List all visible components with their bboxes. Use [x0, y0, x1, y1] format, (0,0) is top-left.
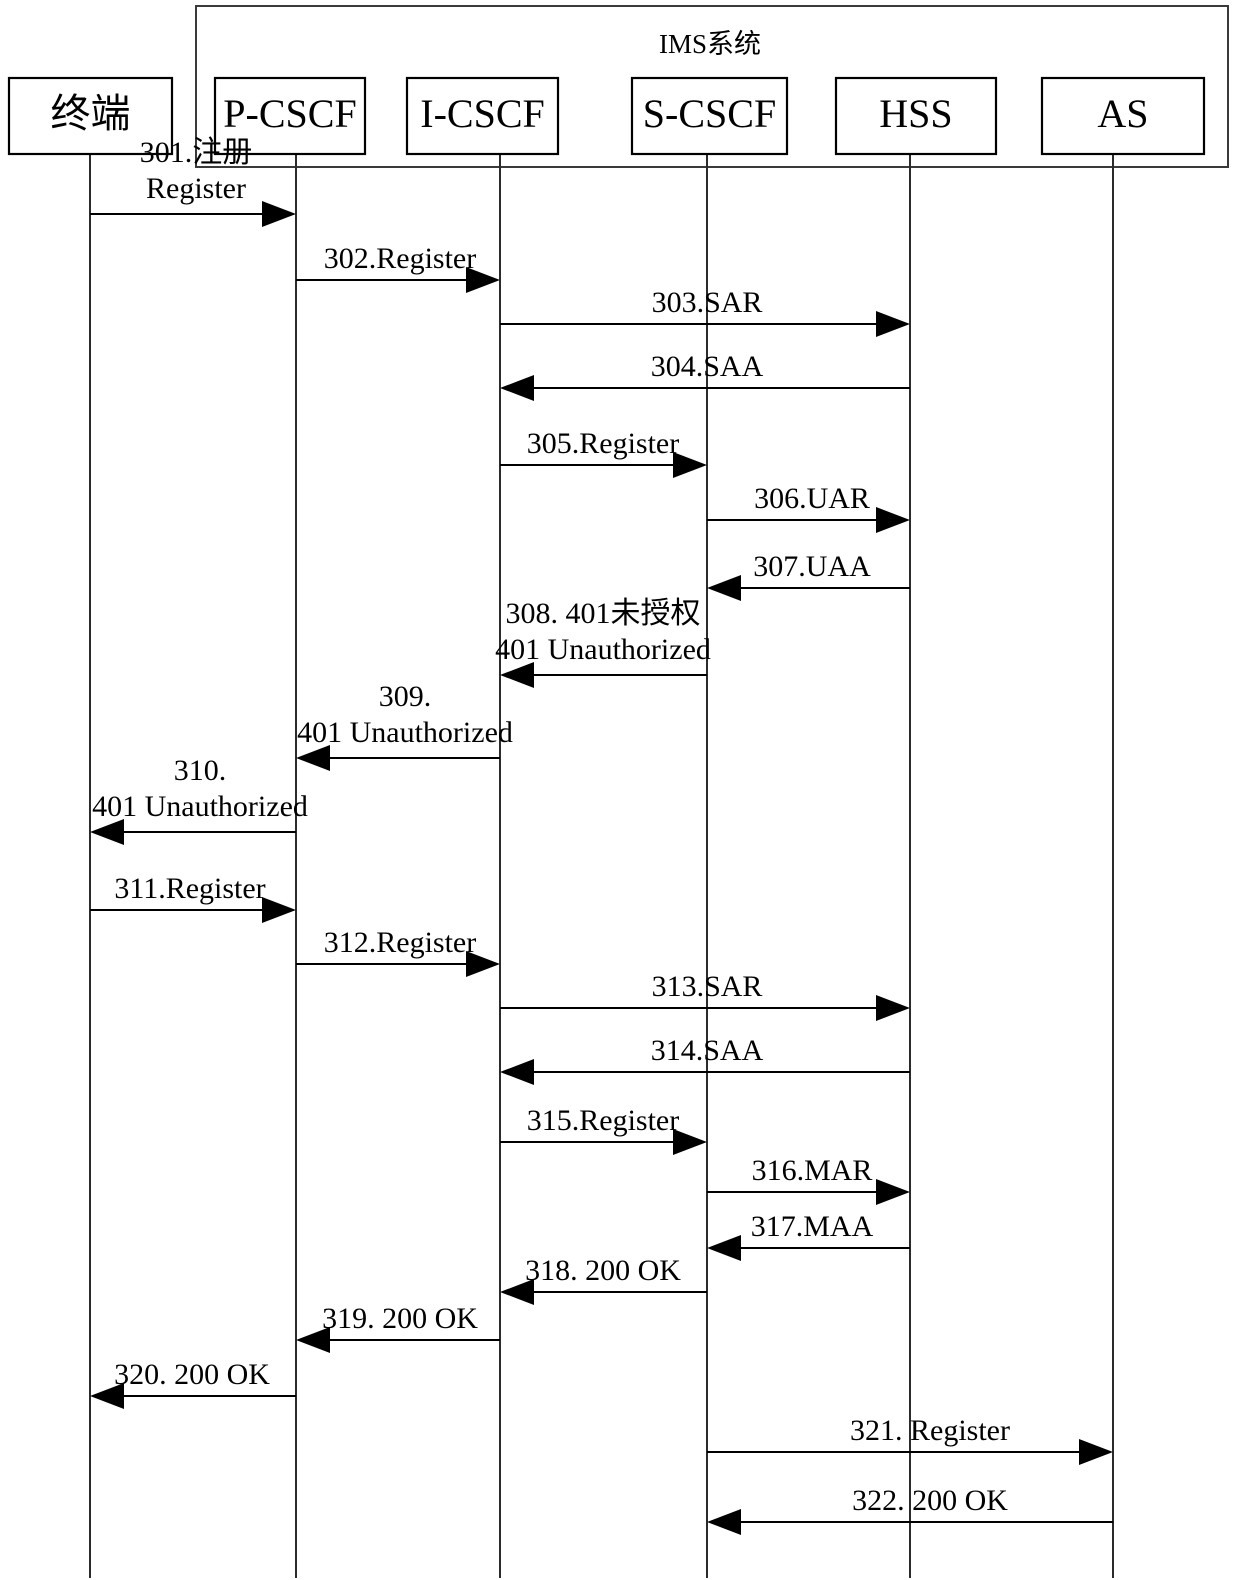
message-label-321-line1: 321. Register	[850, 1414, 1010, 1447]
message-arrowhead-322	[707, 1509, 741, 1535]
message-arrowhead-301	[262, 201, 296, 227]
message-arrowhead-303	[876, 311, 910, 337]
message-label-310-line1: 310.	[174, 754, 227, 787]
message-label-317-line1: 317.MAA	[751, 1210, 874, 1243]
message-309[interactable]: 309.401 Unauthorized	[296, 680, 513, 771]
message-label-315-line1: 315.Register	[527, 1104, 679, 1137]
message-label-309-line1: 309.	[379, 680, 432, 713]
actor-scscf[interactable]: S-CSCF	[630, 76, 789, 156]
message-307[interactable]: 307.UAA	[707, 550, 910, 601]
message-label-302-line1: 302.Register	[324, 242, 476, 275]
message-311[interactable]: 311.Register	[90, 872, 296, 923]
actor-as[interactable]: AS	[1040, 76, 1206, 156]
messages-group: 301.注册Register 302.Register 303.SAR 304.SAA…	[90, 136, 1113, 1535]
message-302[interactable]: 302.Register	[296, 242, 500, 293]
message-label-318-line1: 318. 200 OK	[525, 1254, 681, 1287]
message-label-308-line2: 401 Unauthorized	[495, 633, 711, 666]
message-label-304-line1: 304.SAA	[651, 350, 764, 383]
message-arrowhead-317	[707, 1235, 741, 1261]
message-305[interactable]: 305.Register	[500, 427, 707, 478]
message-306[interactable]: 306.UAR	[707, 482, 910, 533]
actor-label-as: AS	[1097, 91, 1148, 136]
message-arrowhead-321	[1079, 1439, 1113, 1465]
message-label-322-line1: 322. 200 OK	[852, 1484, 1008, 1517]
message-313[interactable]: 313.SAR	[500, 970, 910, 1021]
message-arrowhead-306	[876, 507, 910, 533]
message-label-319-line1: 319. 200 OK	[322, 1302, 478, 1335]
message-315[interactable]: 315.Register	[500, 1104, 707, 1155]
message-label-313-line1: 313.SAR	[652, 970, 763, 1003]
message-label-314-line1: 314.SAA	[651, 1034, 764, 1067]
message-label-310-line2: 401 Unauthorized	[92, 790, 308, 823]
message-316[interactable]: 316.MAR	[707, 1154, 910, 1205]
message-308[interactable]: 308. 401未授权401 Unauthorized	[495, 597, 711, 688]
sequence-diagram-svg: IMS系统 终端 P-CSCF I-CSCF S-CSCF HSS AS 301.注册Re…	[7, 5, 1229, 1578]
message-304[interactable]: 304.SAA	[500, 350, 910, 401]
message-label-306-line1: 306.UAR	[754, 482, 870, 515]
message-label-307-line1: 307.UAA	[753, 550, 871, 583]
message-label-311-line1: 311.Register	[114, 872, 265, 905]
actor-label-hss: HSS	[879, 91, 952, 136]
message-label-309-line2: 401 Unauthorized	[297, 716, 513, 749]
actor-label-pcscf: P-CSCF	[223, 91, 356, 136]
message-312[interactable]: 312.Register	[296, 926, 500, 977]
message-arrowhead-316	[876, 1179, 910, 1205]
message-label-316-line1: 316.MAR	[752, 1154, 873, 1187]
actor-label-scscf: S-CSCF	[643, 91, 776, 136]
message-label-308-line1: 308. 401未授权	[506, 597, 701, 630]
message-label-312-line1: 312.Register	[324, 926, 476, 959]
message-label-303-line1: 303.SAR	[652, 286, 763, 319]
message-arrowhead-314	[500, 1059, 534, 1085]
message-label-301-line1: 301.注册	[140, 136, 253, 169]
message-arrowhead-313	[876, 995, 910, 1021]
actor-icscf[interactable]: I-CSCF	[405, 76, 560, 156]
message-label-305-line1: 305.Register	[527, 427, 679, 460]
message-arrowhead-311	[262, 897, 296, 923]
actor-label-icscf: I-CSCF	[420, 91, 545, 136]
actor-label-terminal: 终端	[51, 91, 131, 136]
message-320[interactable]: 320. 200 OK	[90, 1358, 296, 1409]
message-label-320-line1: 320. 200 OK	[114, 1358, 270, 1391]
actor-hss[interactable]: HSS	[834, 76, 998, 156]
sequence-diagram-canvas: IMS系统 终端 P-CSCF I-CSCF S-CSCF HSS AS 301.注册 Re…	[0, 0, 1240, 1580]
message-319[interactable]: 319. 200 OK	[296, 1302, 500, 1353]
message-314[interactable]: 314.SAA	[500, 1034, 910, 1085]
message-303[interactable]: 303.SAR	[500, 286, 910, 337]
message-317[interactable]: 317.MAA	[707, 1210, 910, 1261]
message-label-301-line2: Register	[146, 172, 246, 205]
message-310[interactable]: 310.401 Unauthorized	[90, 754, 308, 845]
message-318[interactable]: 318. 200 OK	[500, 1254, 707, 1305]
message-arrowhead-304	[500, 375, 534, 401]
message-arrowhead-307	[707, 575, 741, 601]
ims-system-label: IMS系统	[659, 29, 761, 59]
